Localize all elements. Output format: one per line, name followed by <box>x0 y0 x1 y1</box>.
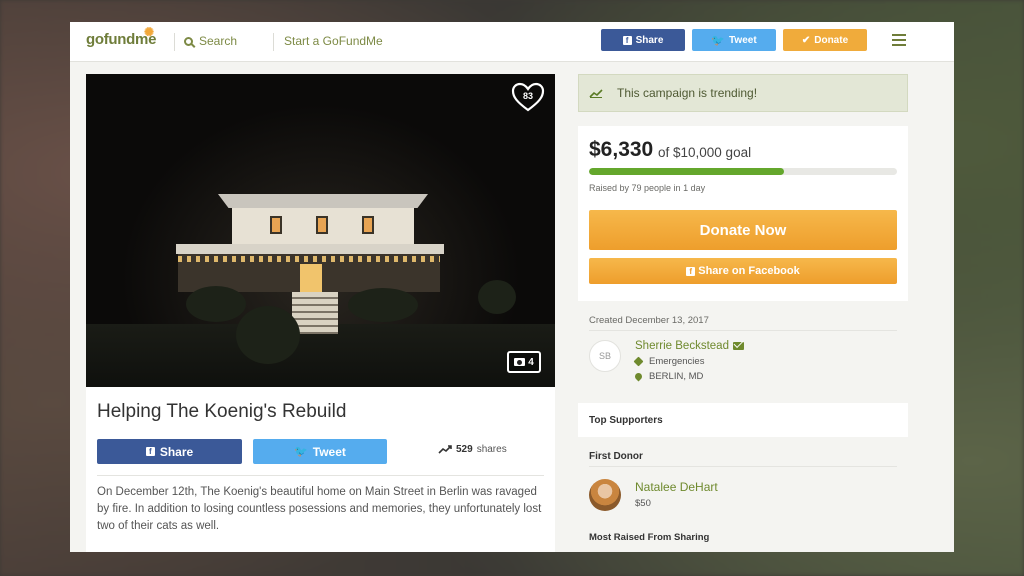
location-pin-icon <box>633 371 644 382</box>
trending-arrow-icon <box>438 445 452 454</box>
house-window <box>316 216 328 234</box>
progress-bar <box>589 168 897 175</box>
organizer-location: BERLIN, MD <box>633 371 704 382</box>
created-date: Created December 13, 2017 <box>589 315 709 326</box>
start-gofundme-link[interactable]: Start a GoFundMe <box>284 34 383 48</box>
divider <box>97 475 544 476</box>
shares-count: 529 shares <box>438 444 507 455</box>
camera-icon <box>514 358 526 366</box>
shrub <box>236 306 300 364</box>
share-label: Share <box>159 444 194 459</box>
house-roof <box>218 194 428 208</box>
raised-by-text: Raised by 79 people in 1 day <box>589 183 706 193</box>
search-label: Search <box>199 34 238 48</box>
porch-roof <box>176 244 444 254</box>
gofundme-logo[interactable]: gofundme ✺ <box>86 25 156 48</box>
trending-chart-icon <box>589 89 603 98</box>
organizer-avatar: SB <box>589 340 621 372</box>
header-donate-label: Donate <box>814 34 849 46</box>
holiday-lights <box>178 256 440 262</box>
donate-now-button[interactable]: Donate Now <box>589 210 897 250</box>
tweet-label: Tweet <box>312 444 346 459</box>
campaign-photo[interactable]: 83 4 <box>86 74 555 387</box>
share-on-facebook-button[interactable]: f Share on Facebook <box>589 258 897 284</box>
shrub <box>478 280 516 314</box>
search-link[interactable]: Search <box>184 34 237 48</box>
category-label: Emergencies <box>649 356 705 367</box>
photo-count: 4 <box>528 356 534 368</box>
amount-raised: $6,330 <box>589 138 654 161</box>
location-label: BERLIN, MD <box>649 371 704 382</box>
trending-text: This campaign is trending! <box>617 86 758 100</box>
photo-gallery-button[interactable]: 4 <box>507 351 541 373</box>
header-divider <box>174 33 175 51</box>
progress-fill <box>589 168 784 175</box>
header-tweet-label: Tweet <box>729 34 757 46</box>
campaign-details-card: Helping The Koenig's Rebuild f Share 🐦 T… <box>86 387 555 552</box>
facebook-icon: f <box>686 266 696 276</box>
first-donor-heading: First Donor <box>589 451 643 462</box>
checkmark-icon: ✔ <box>801 34 811 46</box>
shares-number: 529 <box>456 444 473 455</box>
facebook-icon: f <box>622 35 632 45</box>
house-upper-floor <box>232 208 414 244</box>
trending-banner: This campaign is trending! <box>578 74 908 112</box>
campaign-description: On December 12th, The Koenig's beautiful… <box>97 486 542 532</box>
shrub <box>186 286 246 322</box>
twitter-icon: 🐦 <box>711 34 726 47</box>
divider <box>589 330 897 331</box>
header-share-button[interactable]: f Share <box>601 29 685 51</box>
organizer-name: Sherrie Beckstead <box>635 340 729 352</box>
goal-text: of $10,000 goal <box>658 145 752 160</box>
most-raised-heading: Most Raised From Sharing <box>589 532 710 543</box>
header-share-label: Share <box>635 34 664 46</box>
facebook-icon: f <box>145 447 155 456</box>
browser-page: gofundme ✺ Search Start a GoFundMe f Sha… <box>70 22 954 552</box>
header-donate-button[interactable]: ✔ Donate <box>783 29 867 51</box>
shrub <box>348 288 418 322</box>
search-icon <box>184 36 193 46</box>
twitter-icon: 🐦 <box>294 446 308 458</box>
donor-name-link[interactable]: Natalee DeHart <box>635 480 718 494</box>
header-tweet-button[interactable]: 🐦 Tweet <box>692 29 776 51</box>
donor-amount: $50 <box>635 498 651 509</box>
organizer-name-link[interactable]: Sherrie Beckstead <box>635 340 744 352</box>
divider <box>589 466 897 467</box>
shares-label: shares <box>476 444 507 455</box>
mail-icon[interactable] <box>732 342 744 350</box>
hamburger-menu-icon[interactable] <box>892 34 906 46</box>
logo-sun-icon: ✺ <box>144 25 154 39</box>
tweet-button[interactable]: 🐦 Tweet <box>253 439 387 464</box>
donor-avatar <box>589 479 621 511</box>
share-on-facebook-label: Share on Facebook <box>698 265 800 277</box>
share-button[interactable]: f Share <box>97 439 242 464</box>
house-window <box>270 216 282 234</box>
donation-card: $6,330 of $10,000 goal Raised by 79 peop… <box>578 126 908 301</box>
front-door <box>300 264 322 292</box>
tag-icon <box>633 356 644 367</box>
site-header: gofundme ✺ Search Start a GoFundMe f Sha… <box>70 22 954 62</box>
house-window <box>362 216 374 234</box>
like-button[interactable]: 83 <box>511 82 545 112</box>
campaign-title: Helping The Koenig's Rebuild <box>97 401 347 422</box>
like-count: 83 <box>522 91 533 101</box>
header-divider <box>273 33 274 51</box>
organizer-category[interactable]: Emergencies <box>633 356 705 367</box>
top-supporters-header[interactable]: Top Supporters <box>578 403 908 437</box>
